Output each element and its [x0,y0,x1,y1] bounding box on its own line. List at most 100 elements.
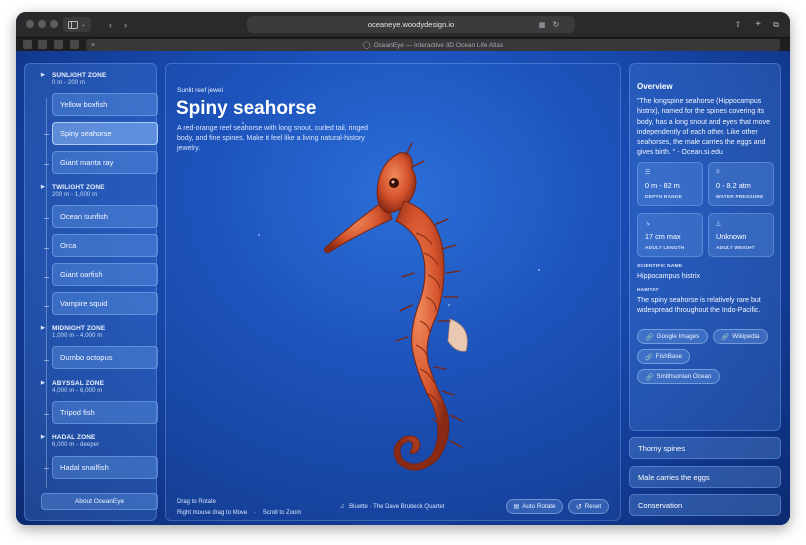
scientific-name: Hippocampus histrix [637,273,701,280]
timeline-tick [44,248,49,249]
favorite-tab-icon[interactable] [23,40,32,49]
globe-icon: ◯ [362,42,371,49]
favorite-tab-icon[interactable] [38,40,47,49]
stat-adult-length: ↘ 17 cm max ADULT LENGTH [637,213,703,257]
hint-move: Right mouse drag to Move [177,510,248,516]
zoom-window-button[interactable] [50,20,58,28]
tab-overview-icon: ⧉ [773,19,779,29]
zone-depth: 4,000 m - 6,000 m [52,388,103,394]
now-playing[interactable]: ♫ Bluette · The Dave Brubeck Quartet [340,504,444,510]
translate-icon: ▦ [538,21,546,29]
stat-value: 0 m - 82 m [645,181,680,190]
zone-name: SUNLIGHT ZONE [52,72,107,79]
share-button[interactable]: ⇧ [732,17,744,32]
timeline-tick [44,218,49,219]
link-google-images[interactable]: 🔗 Google Images [637,329,708,344]
pressure-icon: ≡ [716,169,720,175]
sidebar-toggle-button[interactable]: ⌄ [63,17,91,32]
creature-dumbo-octopus[interactable]: Dumbo octopus [52,346,158,369]
zone-depth: 0 m - 200 m [52,80,86,86]
reset-label: Reset [584,503,602,510]
favorite-tab-icon[interactable] [54,40,63,49]
chevron-down-icon: ⌄ [80,22,87,28]
creature-giant-manta-ray[interactable]: Giant manta ray [52,151,158,174]
tab-oceaneye[interactable]: × ◯ OceanEye — Interactive 3D Ocean Life… [86,39,780,51]
zone-header-hadal[interactable]: ▶ HADAL ZONE 6,000 m - deeper [41,434,100,448]
sidebar-icon [67,20,78,29]
address-bar[interactable]: oceaneye.woodydesign.io [247,16,575,33]
zone-depth: 6,000 m - deeper [52,442,100,448]
reload-button[interactable]: ↻ [550,17,562,32]
creature-ocean-sunfish[interactable]: Ocean sunfish [52,205,158,228]
link-wikipedia[interactable]: 🔗 Wikipedia [713,329,768,344]
triangle-right-icon: ▶ [41,380,45,386]
about-button[interactable]: About OceanEye [41,493,158,510]
tab-overview-button[interactable]: ⧉ [770,17,782,32]
zone-header-sunlight[interactable]: ▶ SUNLIGHT ZONE 0 m - 200 m [41,72,107,86]
stat-adult-weight: △ Unknown ADULT WEIGHT [708,213,774,257]
stat-value: Unknown [716,232,747,241]
zone-header-midnight[interactable]: ▶ MIDNIGHT ZONE 1,000 m - 4,000 m [41,325,106,339]
tab-title: OceanEye — Interactive 3D Ocean Life Atl… [373,41,504,49]
close-window-button[interactable] [26,20,34,28]
timeline-tick [44,134,49,135]
plus-icon: + [755,19,761,30]
auto-rotate-label: Auto Rotate [522,503,556,510]
depth-icon: ☰ [645,170,651,176]
link-icon: 🔗 [645,333,654,341]
scientific-name-label: SCIENTIFIC NAME [637,264,683,269]
close-tab-icon[interactable]: × [91,42,95,49]
seahorse-model[interactable] [316,141,486,481]
creature-title: Spiny seahorse [176,98,317,119]
timeline-tick [44,360,49,361]
stat-label: ADULT WEIGHT [716,246,755,251]
zone-header-abyssal[interactable]: ▶ ABYSSAL ZONE 4,000 m - 6,000 m [41,380,104,394]
link-smithsonian-ocean[interactable]: 🔗 Smithsonian Ocean [637,369,720,384]
new-tab-button[interactable]: + [752,17,764,32]
stat-label: ADULT LENGTH [645,246,685,251]
creature-vampire-squid[interactable]: Vampire squid [52,292,158,315]
url-text: oceaneye.woodydesign.io [367,20,455,29]
link-icon: 🔗 [721,333,730,341]
creature-giant-oarfish[interactable]: Giant oarfish [52,263,158,286]
link-label: Google Images [656,333,700,340]
timeline-tick [44,164,49,165]
favorite-tab-icon[interactable] [70,40,79,49]
accordion-conservation[interactable]: Conservation [629,494,781,516]
zone-name: TWILIGHT ZONE [52,184,105,191]
reload-icon: ↻ [552,20,560,29]
link-fishbase[interactable]: 🔗 FishBase [637,349,690,364]
creature-tripod-fish[interactable]: Tripod fish [52,401,158,424]
zone-depth: 1,000 m - 4,000 m [52,333,103,339]
browser-titlebar: ⌄ ‹ › ▤ oceaneye.woodydesign.io ▦ ↻ ⇧ + … [16,12,790,37]
creature-spiny-seahorse[interactable]: Spiny seahorse [52,122,158,145]
stat-water-pressure: ≡ 0 - 8.2 atm WATER PRESSURE [708,162,774,206]
link-icon: 🔗 [644,353,653,361]
timeline-tick [44,277,49,278]
triangle-right-icon: ▶ [41,72,45,78]
creature-yellow-boxfish[interactable]: Yellow boxfish [52,93,158,116]
zone-name: HADAL ZONE [52,434,96,441]
minimize-window-button[interactable] [38,20,46,28]
link-icon: 🔗 [645,373,654,381]
link-label: Wikipedia [732,333,760,340]
back-button[interactable]: ‹ [104,17,117,32]
weight-icon: △ [716,221,721,227]
rotate-icon: ▤ [513,504,520,510]
forward-button[interactable]: › [119,17,132,32]
creature-eyebrow: Sunlit reef jewel [177,87,223,94]
reset-button[interactable]: ↺ Reset [568,499,609,514]
auto-rotate-button[interactable]: ▤ Auto Rotate [506,499,563,514]
accordion-thorny-spines[interactable]: Thorny spines [629,437,781,459]
accordion-male-carries-eggs[interactable]: Male carries the eggs [629,466,781,488]
zone-name: MIDNIGHT ZONE [52,325,106,332]
zone-header-twilight[interactable]: ▶ TWILIGHT ZONE 200 m - 1,000 m [41,184,105,198]
creature-hadal-snailfish[interactable]: Hadal snailfish [52,456,158,479]
overview-quote: "The longspine seahorse (Hippocampus his… [637,98,770,157]
timeline-tick [44,306,49,307]
creature-orca[interactable]: Orca [52,234,158,257]
hint-rotate: Drag to Rotate [177,499,217,505]
translate-button[interactable]: ▦ [536,17,548,32]
share-icon: ⇧ [734,20,742,29]
length-icon: ↘ [645,221,651,227]
